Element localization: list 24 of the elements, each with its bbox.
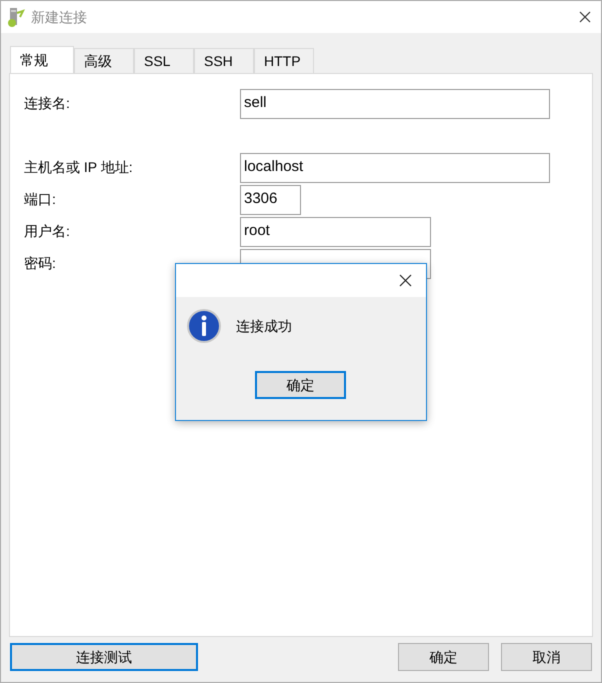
tab[interactable]: SSL [134, 48, 194, 73]
window-title: 新建连接 [31, 8, 87, 26]
field-label: 连接名: [24, 94, 71, 113]
close-icon[interactable] [399, 274, 412, 287]
tab[interactable]: 高级 [74, 48, 134, 73]
test-connection-button[interactable]: 连接测试 [10, 643, 198, 671]
input-field[interactable]: root [240, 216, 431, 246]
tab[interactable]: 常规 [10, 46, 74, 74]
app-icon [7, 7, 25, 27]
tab[interactable]: HTTP [254, 48, 314, 73]
tab[interactable]: SSH [194, 48, 254, 73]
ok-button[interactable]: 确定 [398, 643, 489, 671]
close-icon[interactable] [579, 11, 591, 23]
info-icon [186, 308, 222, 344]
field-label: 密码: [24, 254, 57, 273]
input-field[interactable]: sell [240, 88, 550, 118]
input-field[interactable]: 3306 [240, 184, 301, 214]
message-text: 连接成功 [236, 316, 292, 336]
field-label: 用户名: [24, 222, 71, 241]
input-field[interactable]: localhost [240, 152, 550, 182]
cancel-button[interactable]: 取消 [501, 643, 592, 671]
field-label: 主机名或 IP 地址: [24, 158, 134, 177]
field-label: 端口: [24, 190, 57, 209]
ok-button[interactable]: 确定 [255, 371, 346, 399]
